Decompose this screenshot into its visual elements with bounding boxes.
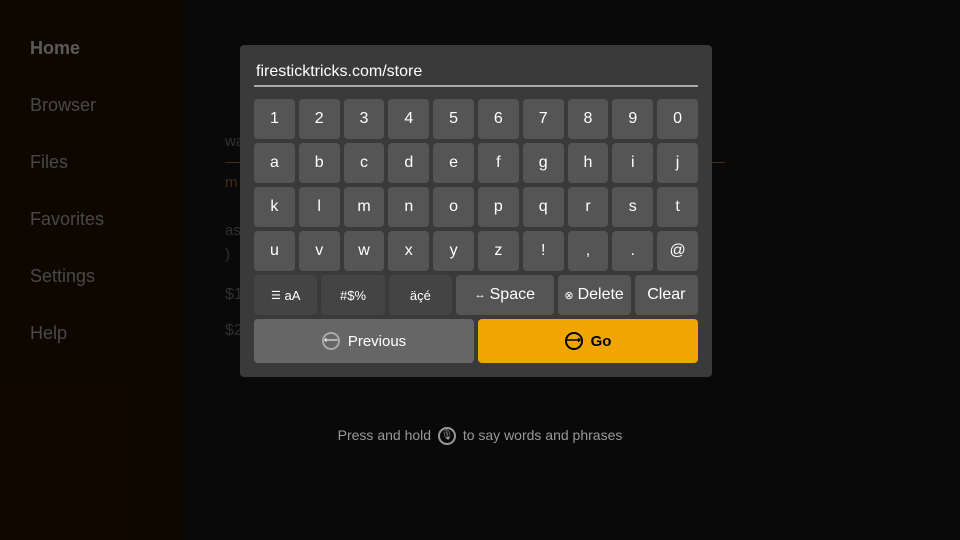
key-t[interactable]: t <box>657 187 698 227</box>
key-u[interactable]: u <box>254 231 295 271</box>
key-2[interactable]: 2 <box>299 99 340 139</box>
key-w[interactable]: w <box>344 231 385 271</box>
key-s[interactable]: s <box>612 187 653 227</box>
key-space[interactable]: ↔Space <box>456 275 553 315</box>
key-row-numbers: 1 2 3 4 5 6 7 8 9 0 <box>254 99 698 139</box>
key-clear[interactable]: Clear <box>635 275 698 315</box>
key-accents[interactable]: äçé <box>389 275 452 315</box>
key-8[interactable]: 8 <box>568 99 609 139</box>
key-x[interactable]: x <box>388 231 429 271</box>
key-7[interactable]: 7 <box>523 99 564 139</box>
key-symbols[interactable]: #$% <box>321 275 384 315</box>
key-n[interactable]: n <box>388 187 429 227</box>
bottom-row: ⟵ Previous ⟶ Go <box>254 319 698 363</box>
key-0[interactable]: 0 <box>657 99 698 139</box>
key-i[interactable]: i <box>612 143 653 183</box>
previous-button[interactable]: ⟵ Previous <box>254 319 474 363</box>
key-row-special: ☰ aA #$% äçé ↔Space ⊗Delete Clear <box>254 275 698 315</box>
go-arrow-icon: ⟶ <box>565 332 583 350</box>
key-k[interactable]: k <box>254 187 295 227</box>
key-d[interactable]: d <box>388 143 429 183</box>
keyboard-dialog: 1 2 3 4 5 6 7 8 9 0 a b c d e f g h i j … <box>240 45 712 377</box>
keyboard-grid: 1 2 3 4 5 6 7 8 9 0 a b c d e f g h i j … <box>254 99 698 315</box>
key-l[interactable]: l <box>299 187 340 227</box>
previous-arrow-icon: ⟵ <box>322 332 340 350</box>
mic-icon: 🎙 <box>438 427 456 445</box>
key-p[interactable]: p <box>478 187 519 227</box>
key-6[interactable]: 6 <box>478 99 519 139</box>
key-5[interactable]: 5 <box>433 99 474 139</box>
key-a[interactable]: a <box>254 143 295 183</box>
url-input-row <box>254 59 698 87</box>
key-comma[interactable]: , <box>568 231 609 271</box>
key-v[interactable]: v <box>299 231 340 271</box>
key-row-k-t: k l m n o p q r s t <box>254 187 698 227</box>
key-4[interactable]: 4 <box>388 99 429 139</box>
key-row-a-j: a b c d e f g h i j <box>254 143 698 183</box>
go-button[interactable]: ⟶ Go <box>478 319 698 363</box>
key-caps[interactable]: ☰ aA <box>254 275 317 315</box>
key-f[interactable]: f <box>478 143 519 183</box>
key-e[interactable]: e <box>433 143 474 183</box>
key-3[interactable]: 3 <box>344 99 385 139</box>
key-at[interactable]: @ <box>657 231 698 271</box>
key-b[interactable]: b <box>299 143 340 183</box>
key-h[interactable]: h <box>568 143 609 183</box>
key-o[interactable]: o <box>433 187 474 227</box>
key-row-u-at: u v w x y z ! , . @ <box>254 231 698 271</box>
key-g[interactable]: g <box>523 143 564 183</box>
key-q[interactable]: q <box>523 187 564 227</box>
key-period[interactable]: . <box>612 231 653 271</box>
key-delete[interactable]: ⊗Delete <box>558 275 631 315</box>
key-y[interactable]: y <box>433 231 474 271</box>
key-c[interactable]: c <box>344 143 385 183</box>
key-9[interactable]: 9 <box>612 99 653 139</box>
key-m[interactable]: m <box>344 187 385 227</box>
key-z[interactable]: z <box>478 231 519 271</box>
url-input[interactable] <box>254 59 698 87</box>
key-j[interactable]: j <box>657 143 698 183</box>
key-r[interactable]: r <box>568 187 609 227</box>
bottom-hint: Press and hold 🎙 to say words and phrase… <box>0 427 960 445</box>
key-1[interactable]: 1 <box>254 99 295 139</box>
key-exclaim[interactable]: ! <box>523 231 564 271</box>
